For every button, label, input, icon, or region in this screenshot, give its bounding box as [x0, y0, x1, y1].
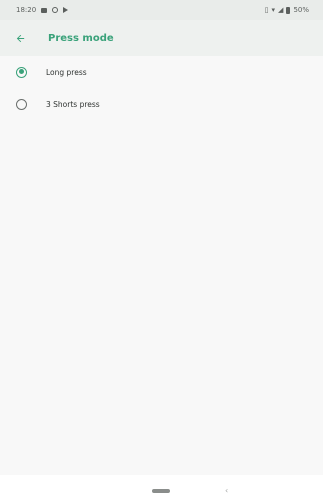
app-bar: Press mode — [0, 20, 323, 56]
status-right: ▯ ▾ ◢ 50% — [265, 6, 309, 14]
status-left: 18:20 — [16, 6, 69, 14]
navigation-bar: ‹ — [0, 475, 323, 501]
status-bar: 18:20 ▯ ▾ ◢ 50% — [0, 0, 323, 20]
option-long-press[interactable]: Long press — [0, 56, 323, 88]
press-mode-options: Long press 3 Shorts press — [0, 56, 323, 120]
settings-notification-icon — [52, 7, 59, 13]
page-title: Press mode — [48, 32, 114, 44]
home-pill-icon[interactable] — [152, 489, 170, 493]
wifi-icon: ▾ — [271, 5, 276, 14]
play-notification-icon — [63, 7, 69, 13]
nav-back-icon[interactable]: ‹ — [225, 487, 228, 495]
back-button[interactable] — [8, 26, 32, 50]
option-label: 3 Shorts press — [46, 99, 100, 109]
vibrate-icon: ▯ — [264, 5, 269, 14]
option-3-shorts-press[interactable]: 3 Shorts press — [0, 88, 323, 120]
status-time: 18:20 — [16, 6, 37, 14]
battery-icon — [286, 6, 291, 14]
arrow-back-icon — [16, 34, 24, 42]
option-label: Long press — [46, 67, 87, 77]
radio-unchecked-icon[interactable] — [16, 98, 27, 110]
screen: 18:20 ▯ ▾ ◢ 50% Press mode Long press 3 … — [0, 0, 323, 501]
signal-icon: ◢ — [278, 5, 284, 14]
battery-percent: 50% — [293, 6, 309, 14]
notification-icon — [41, 7, 48, 13]
radio-checked-icon[interactable] — [16, 66, 27, 78]
